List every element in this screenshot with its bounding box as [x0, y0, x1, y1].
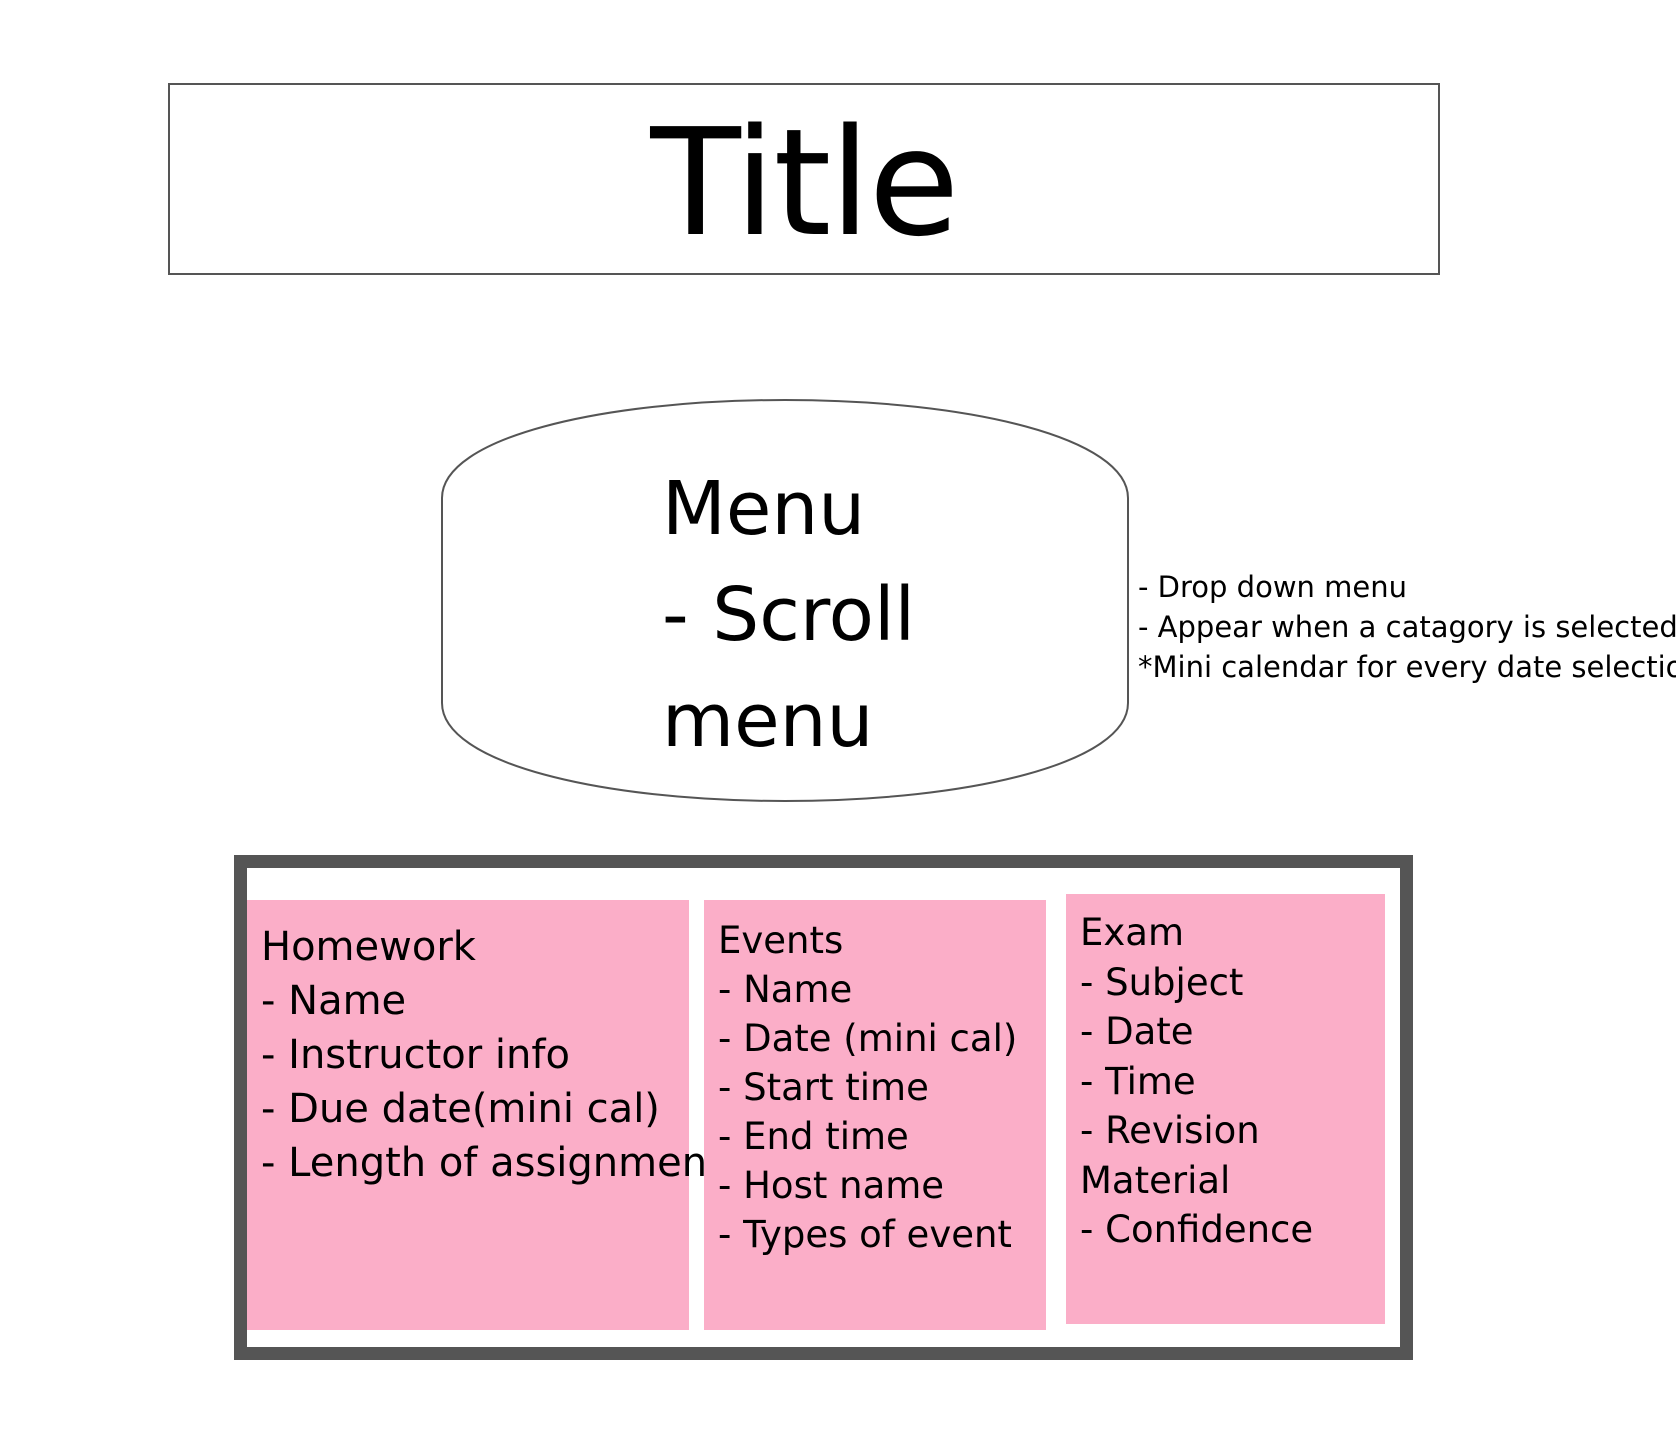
card-item: - Start time — [718, 1066, 929, 1109]
note-line: - Appear when a catagory is selected — [1138, 610, 1676, 644]
page-title: Title — [650, 97, 959, 269]
menu-notes: - Drop down menu - Appear when a catagor… — [1138, 567, 1676, 687]
card-item: - Date (mini cal) — [718, 1017, 1018, 1060]
card-item: - Instructor info — [261, 1032, 570, 1078]
card-item: - Name — [718, 968, 853, 1011]
card-item: - Name — [261, 978, 407, 1024]
card-item: - Host name — [718, 1164, 945, 1207]
exam-card[interactable]: Exam - Subject - Date - Time - Revision … — [1066, 894, 1385, 1324]
card-item: - End time — [718, 1115, 909, 1158]
menu-line: menu — [662, 678, 874, 764]
card-item: - Subject — [1080, 960, 1244, 1004]
menu-label: Menu - Scroll menu — [662, 456, 915, 774]
card-heading: Exam — [1080, 911, 1184, 954]
card-item: - Revision — [1080, 1109, 1260, 1152]
card-item: - Length of assignment — [261, 1140, 723, 1186]
card-item: Material — [1080, 1158, 1231, 1202]
card-heading: Homework — [261, 924, 476, 970]
events-card[interactable]: Events - Name - Date (mini cal) - Start … — [704, 900, 1046, 1330]
card-heading: Events — [718, 919, 844, 962]
menu-line: - Scroll — [662, 572, 916, 658]
card-item: - Confidence — [1080, 1208, 1314, 1251]
homework-card[interactable]: Homework - Name - Instructor info - Due … — [247, 900, 723, 1330]
title-box: Title — [168, 83, 1440, 275]
card-item: - Date — [1080, 1010, 1194, 1053]
note-line: - Drop down menu — [1138, 570, 1407, 604]
note-line: *Mini calendar for every date selection — [1138, 650, 1676, 684]
menu-line: Menu — [662, 466, 866, 552]
card-item: - Due date(mini cal) — [261, 1086, 660, 1132]
card-item: - Types of event — [718, 1213, 1012, 1256]
card-item: - Time — [1080, 1059, 1196, 1103]
